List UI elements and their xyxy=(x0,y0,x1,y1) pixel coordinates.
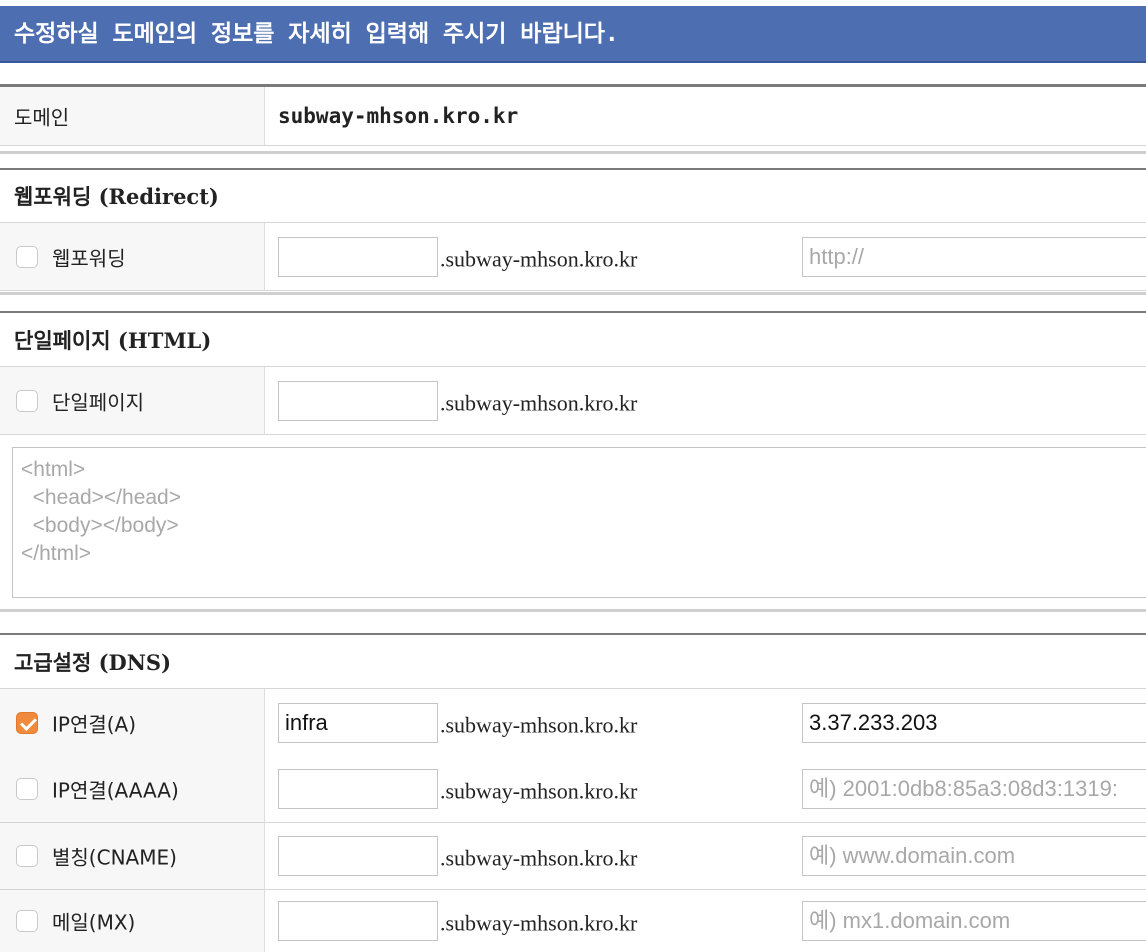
dns-mx-domain-suffix: .subway-mhson.kro.kr xyxy=(440,910,638,936)
html-subdomain-input[interactable] xyxy=(278,380,438,421)
dns-a-value-input[interactable]: 3.37.233.203 xyxy=(802,702,1146,743)
dns-mx-label-cell: 메일(MX) xyxy=(0,890,265,952)
dns-mx-checkbox[interactable] xyxy=(16,910,38,932)
section-title-dns: 고급설정 (DNS) xyxy=(14,650,172,675)
redirect-label: 웹포워딩 xyxy=(52,246,126,270)
redirect-row: 웹포워딩 .subway-mhson.kro.kr http:// xyxy=(0,222,1146,291)
dns-row-mx: 메일(MX) .subway-mhson.kro.kr 예) mx1.domai… xyxy=(0,890,1146,952)
dns-aaaa-checkbox[interactable] xyxy=(16,778,38,800)
html-content-textarea[interactable]: <html> <head></head> <body></body> </htm… xyxy=(12,447,1146,598)
divider xyxy=(0,292,1146,295)
dns-a-label: IP연결(A) xyxy=(52,712,137,736)
domain-row: 도메인 subway-mhson.kro.kr xyxy=(0,87,1146,146)
domain-label: 도메인 xyxy=(14,105,70,130)
dns-mx-label: 메일(MX) xyxy=(52,910,136,935)
divider xyxy=(0,609,1146,612)
divider xyxy=(0,168,1146,170)
html-checkbox[interactable] xyxy=(16,389,38,412)
dns-mx-value-input[interactable]: 예) mx1.domain.com xyxy=(802,901,1146,941)
dns-aaaa-label-cell: IP연결(AAAA) xyxy=(0,756,265,822)
redirect-checkbox[interactable] xyxy=(16,245,38,268)
section-title-html: 단일페이지 (HTML) xyxy=(14,328,212,353)
domain-label-cell: 도메인 xyxy=(0,87,265,145)
dns-a-domain-suffix: .subway-mhson.kro.kr xyxy=(440,712,638,738)
dns-cname-value-input[interactable]: 예) www.domain.com xyxy=(802,836,1146,876)
page-header: 수정하실 도메인의 정보를 자세히 입력해 주시기 바랍니다. xyxy=(0,6,1146,63)
dns-row-cname: 별칭(CNAME) .subway-mhson.kro.kr 예) www.do… xyxy=(0,823,1146,890)
dns-a-checkbox[interactable] xyxy=(16,711,38,734)
dns-cname-subdomain-input[interactable] xyxy=(278,836,438,876)
redirect-url-input[interactable]: http:// xyxy=(802,236,1146,277)
dns-row-aaaa: IP연결(AAAA) .subway-mhson.kro.kr 예) 2001:… xyxy=(0,756,1146,823)
html-row: 단일페이지 .subway-mhson.kro.kr xyxy=(0,366,1146,435)
dns-row-a: IP연결(A) infra .subway-mhson.kro.kr 3.37.… xyxy=(0,688,1146,757)
dns-a-subdomain-input[interactable]: infra xyxy=(278,702,438,743)
section-title-redirect: 웹포워딩 (Redirect) xyxy=(14,184,219,209)
redirect-domain-suffix: .subway-mhson.kro.kr xyxy=(440,246,638,272)
domain-value: subway-mhson.kro.kr xyxy=(278,104,519,128)
dns-aaaa-label: IP연결(AAAA) xyxy=(52,778,179,803)
divider xyxy=(0,311,1146,313)
dns-aaaa-domain-suffix: .subway-mhson.kro.kr xyxy=(440,778,638,804)
dns-cname-domain-suffix: .subway-mhson.kro.kr xyxy=(440,845,638,871)
dns-aaaa-value-input[interactable]: 예) 2001:0db8:85a3:08d3:1319: xyxy=(802,769,1146,809)
html-label-cell: 단일페이지 xyxy=(0,367,265,434)
redirect-subdomain-input[interactable] xyxy=(278,236,438,277)
html-domain-suffix: .subway-mhson.kro.kr xyxy=(440,390,638,416)
dns-cname-checkbox[interactable] xyxy=(16,845,38,867)
dns-aaaa-subdomain-input[interactable] xyxy=(278,769,438,809)
divider xyxy=(0,151,1146,154)
dns-cname-label: 별칭(CNAME) xyxy=(52,845,177,870)
html-label: 단일페이지 xyxy=(52,390,144,414)
dns-cname-label-cell: 별칭(CNAME) xyxy=(0,823,265,889)
dns-a-label-cell: IP연결(A) xyxy=(0,689,265,756)
divider xyxy=(0,633,1146,635)
dns-mx-subdomain-input[interactable] xyxy=(278,901,438,941)
redirect-label-cell: 웹포워딩 xyxy=(0,223,265,290)
